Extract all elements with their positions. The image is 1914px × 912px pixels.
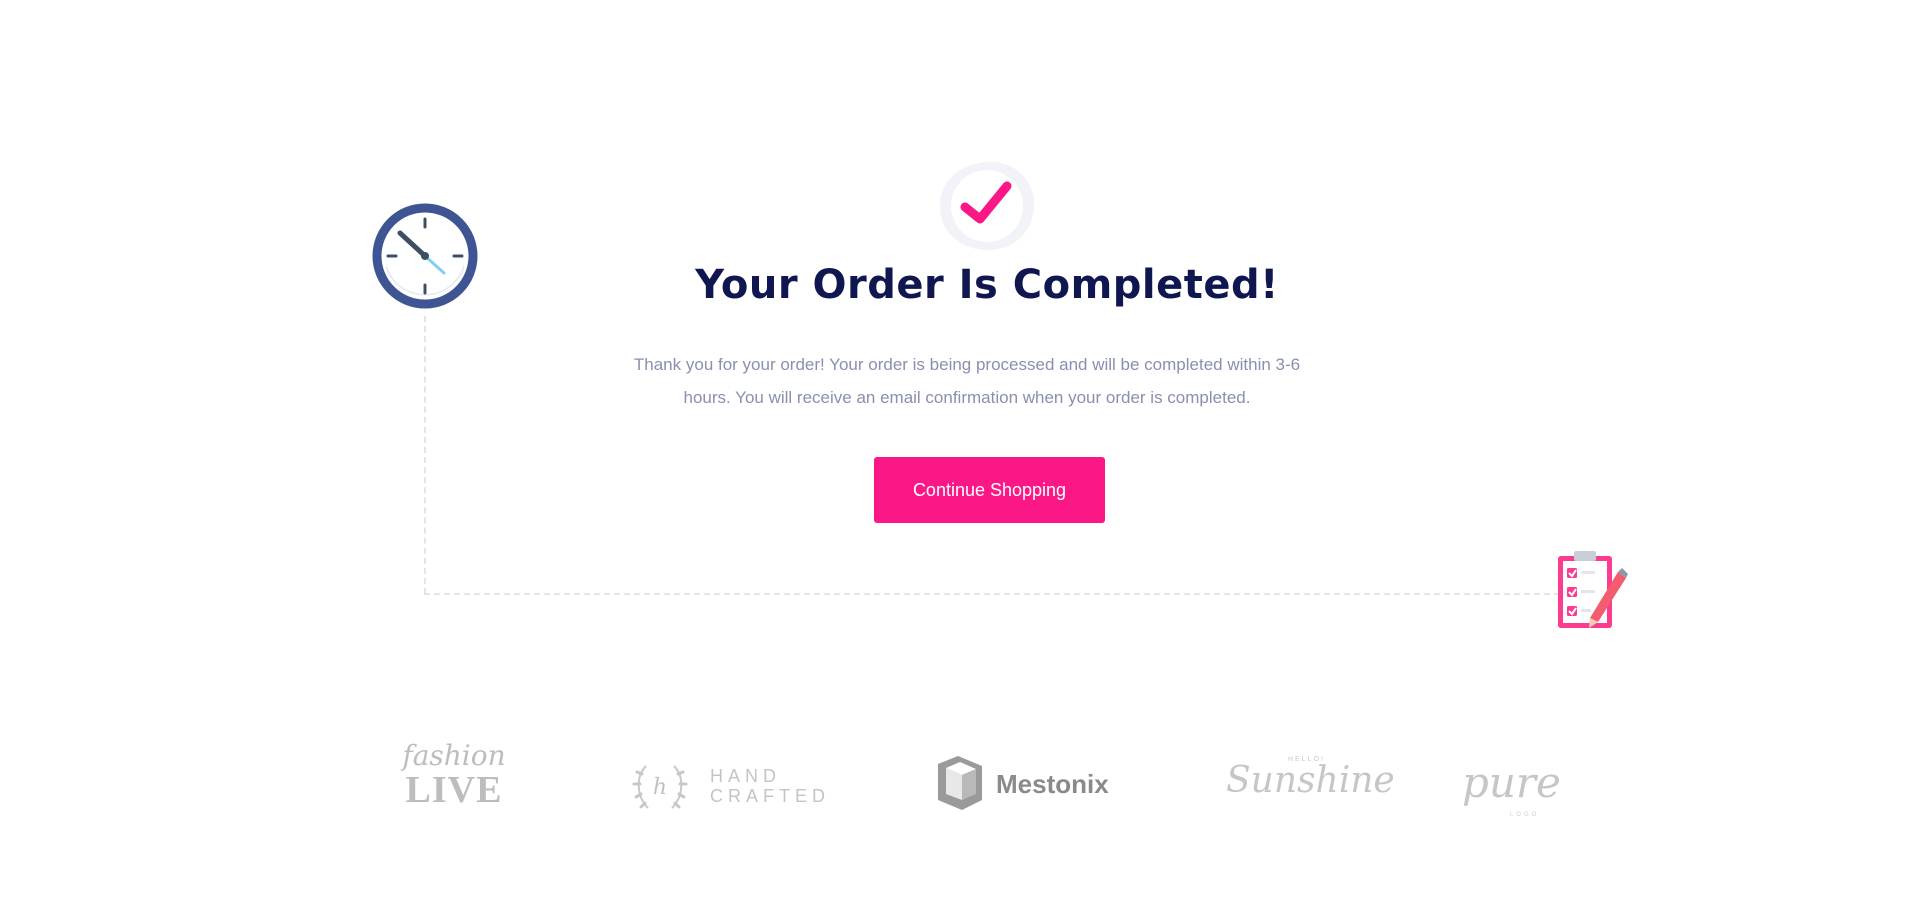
brand-logo-words: HAND CRAFTED [710,766,830,806]
laurel-wreath-icon: h [632,765,688,809]
dashed-connector-vertical [424,316,426,594]
brand-logo-sunshine[interactable]: HELLO! Sunshine [1226,740,1395,830]
order-complete-page: Your Order Is Completed! Thank you for y… [0,0,1914,912]
brand-logo-mestonix[interactable]: Mestonix [934,740,1114,830]
dashed-connector-horizontal [424,593,1560,595]
brand-logo-text: Mestonix [996,769,1109,799]
clipboard-checklist-icon [1558,551,1628,628]
continue-shopping-button[interactable]: Continue Shopping [874,457,1105,523]
brand-logo-hand-crafted[interactable]: h HAND CRAFTED [632,740,832,830]
brand-logos: fashion LIVE h HAND CRAFTED Mestonix HEL… [0,740,1914,830]
brand-logo-mark: h [653,775,667,800]
brand-logo-text: Sunshine [1226,760,1395,801]
brand-logo-text: fashion [402,739,506,772]
confirmation-message: Thank you for your order! Your order is … [633,355,1301,407]
brand-logo-text: HAND [710,766,782,786]
brand-logo-pure[interactable]: pure LOGO [1440,740,1596,830]
brand-logo-text: CRAFTED [710,786,830,806]
page-title: Your Order Is Completed! [695,262,1279,308]
brand-logo-text: LIVE [405,769,503,811]
brand-logo-fashion-live[interactable]: fashion LIVE [384,740,524,830]
cube-icon [938,756,982,810]
brand-logo-text: LOGO [1510,812,1540,818]
checkmark-icon [940,161,1034,250]
brand-logo-text: pure [1462,758,1561,807]
